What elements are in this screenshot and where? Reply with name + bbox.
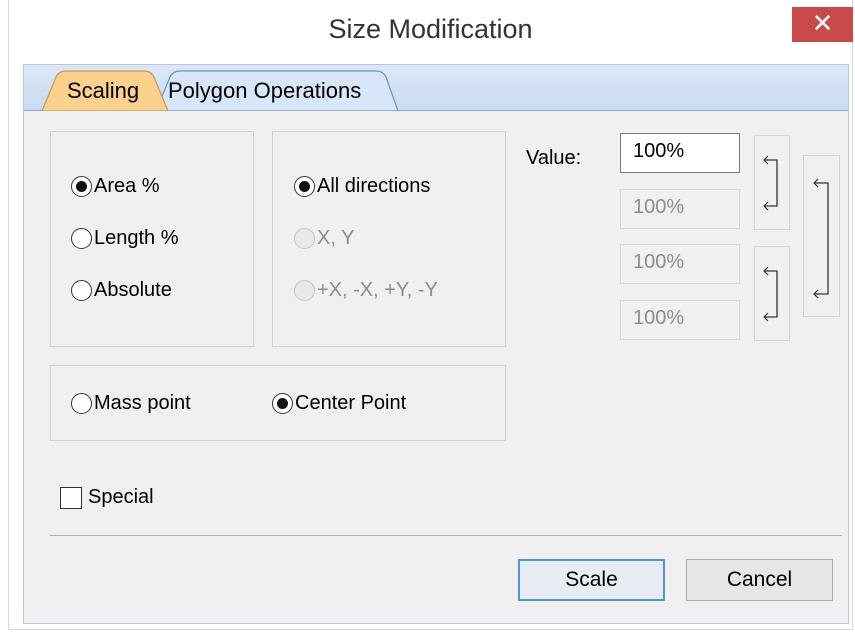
radio-label: Mass point [94, 392, 191, 414]
tab-scaling[interactable]: Scaling [67, 78, 139, 104]
link-values-3-4-button[interactable] [754, 246, 790, 341]
value-input-1[interactable]: 100% [620, 133, 740, 173]
special-checkbox[interactable]: Special [60, 486, 154, 509]
radio-label: X, Y [317, 227, 355, 249]
value-label: Value: [526, 147, 582, 169]
dialog-window: Size Modification ✕ Scaling Polygon Oper… [8, 0, 853, 630]
dialog-title: Size Modification [328, 14, 533, 44]
radio-button-icon [294, 228, 315, 249]
radio-button-icon [71, 228, 92, 249]
tab-strip: Scaling Polygon Operations [24, 65, 848, 111]
radio-all-directions[interactable]: All directions [294, 175, 430, 198]
radio-x-y[interactable]: X, Y [294, 227, 354, 250]
link-bracket-icon [763, 155, 778, 211]
direction-group: All directions X, Y +X, -X, +Y, -Y [272, 131, 506, 347]
radio-absolute[interactable]: Absolute [71, 279, 172, 302]
radio-button-icon [294, 280, 315, 301]
radio-button-icon [71, 176, 92, 197]
close-button[interactable]: ✕ [792, 7, 853, 42]
checkbox-icon [60, 486, 82, 509]
radio-area-percent[interactable]: Area % [71, 175, 160, 198]
scaling-mode-group: Area % Length % Absolute [50, 131, 254, 347]
dialog-body: Scaling Polygon Operations Area % Length… [23, 64, 849, 624]
radio-button-icon [71, 280, 92, 301]
scale-button[interactable]: Scale [518, 559, 665, 601]
radio-label: Length % [94, 227, 179, 249]
radio-button-icon [272, 393, 293, 414]
radio-length-percent[interactable]: Length % [71, 227, 179, 250]
link-bracket-icon [813, 178, 829, 299]
reference-point-group: Mass point Center Point [50, 365, 506, 441]
radio-button-icon [294, 176, 315, 197]
radio-label: +X, -X, +Y, -Y [317, 279, 438, 301]
link-bracket-icon [763, 266, 778, 322]
radio-mass-point[interactable]: Mass point [71, 392, 191, 415]
value-input-4[interactable]: 100% [620, 300, 740, 340]
radio-center-point[interactable]: Center Point [272, 392, 406, 415]
value-input-2[interactable]: 100% [620, 189, 740, 229]
radio-label: Area % [94, 175, 160, 197]
cancel-button[interactable]: Cancel [686, 559, 833, 601]
link-all-values-button[interactable] [803, 155, 840, 317]
radio-label: All directions [317, 175, 431, 197]
radio-label: Absolute [94, 279, 172, 301]
radio-x-y-signed[interactable]: +X, -X, +Y, -Y [294, 279, 438, 302]
title-bar: Size Modification ✕ [9, 0, 853, 62]
special-label: Special [88, 486, 154, 508]
radio-label: Center Point [295, 392, 407, 414]
tab-polygon-operations[interactable]: Polygon Operations [168, 78, 361, 104]
radio-button-icon [71, 393, 92, 414]
tab-shapes [41, 70, 399, 111]
link-values-1-2-button[interactable] [754, 135, 790, 230]
separator [50, 535, 842, 536]
close-icon: ✕ [811, 8, 834, 38]
value-input-3[interactable]: 100% [620, 244, 740, 284]
